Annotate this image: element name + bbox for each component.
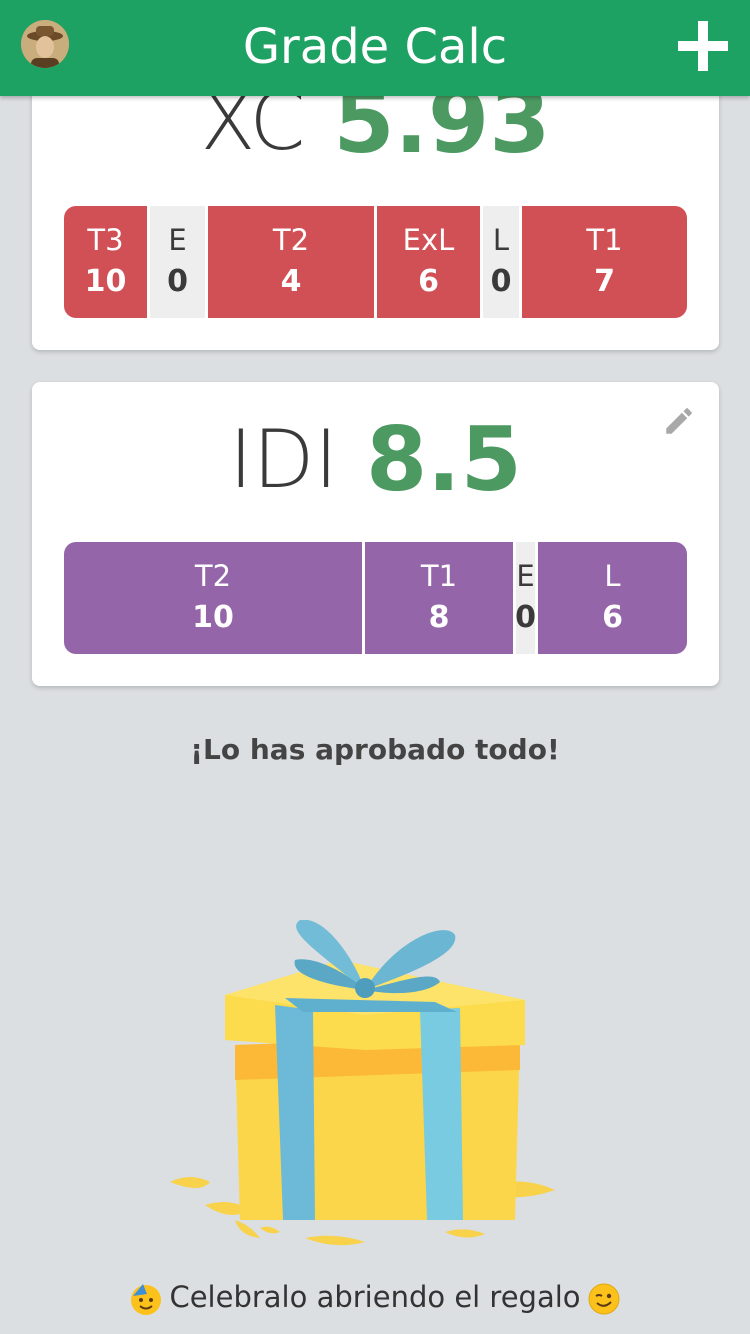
segment-value: 8 — [428, 600, 450, 635]
grade-segment[interactable]: T1 7 — [522, 206, 687, 318]
grade-segment[interactable]: E 0 — [150, 206, 208, 318]
segment-value: 6 — [602, 600, 623, 635]
grade-segment[interactable]: T1 8 — [365, 542, 516, 654]
segment-label: E — [516, 559, 535, 593]
grade-segment[interactable]: T3 10 — [64, 206, 150, 318]
grade-breakdown-bar: T2 10 T1 8 E 0 L 6 — [64, 542, 687, 654]
segment-value: 0 — [167, 264, 188, 299]
grade-segment[interactable]: T2 4 — [208, 206, 377, 318]
grade-segment[interactable]: L 6 — [538, 542, 687, 654]
segment-label: ExL — [402, 223, 455, 257]
footer-text: Celebralo abriendo el regalo — [169, 1280, 581, 1314]
segment-value: 0 — [490, 264, 512, 299]
grade-segment[interactable]: ExL 6 — [377, 206, 483, 318]
segment-label: T2 — [272, 223, 310, 257]
segment-label: T1 — [586, 223, 623, 257]
wink-face-icon — [588, 1283, 620, 1315]
segment-label: L — [492, 223, 510, 257]
grade-segment[interactable]: L 0 — [483, 206, 522, 318]
segment-label: L — [604, 559, 621, 593]
segment-value: 6 — [418, 264, 439, 299]
footer-hint: Celebralo abriendo el regalo — [0, 1280, 750, 1316]
gift-box-icon[interactable] — [165, 920, 560, 1255]
segment-value: 0 — [516, 600, 536, 635]
subject-heading: IDI 8.5 — [32, 408, 719, 511]
subject-card-idi[interactable]: IDI 8.5 T2 10 T1 8 E 0 L 6 — [32, 382, 719, 686]
grade-segment[interactable]: T2 10 — [64, 542, 365, 654]
party-face-icon — [131, 1284, 162, 1315]
success-message: ¡Lo has aprobado todo! — [190, 733, 560, 766]
top-app-bar: Grade Calc — [0, 0, 750, 96]
segment-label: E — [168, 223, 187, 257]
grade-breakdown-bar: T3 10 E 0 T2 4 ExL 6 L 0 T1 7 — [64, 206, 687, 318]
segment-label: T2 — [194, 559, 232, 593]
plus-icon[interactable] — [673, 16, 733, 76]
segment-value: 10 — [84, 264, 127, 299]
segment-label: T3 — [87, 223, 124, 257]
segment-value: 7 — [594, 264, 615, 299]
segment-label: T1 — [420, 559, 458, 593]
app-title: Grade Calc — [242, 19, 508, 75]
subject-grade: 8.5 — [365, 408, 522, 511]
segment-value: 4 — [280, 264, 302, 299]
segment-value: 10 — [192, 600, 234, 635]
subject-name: IDI — [229, 413, 338, 506]
grade-segment[interactable]: E 0 — [516, 542, 538, 654]
pencil-icon[interactable] — [662, 404, 696, 438]
